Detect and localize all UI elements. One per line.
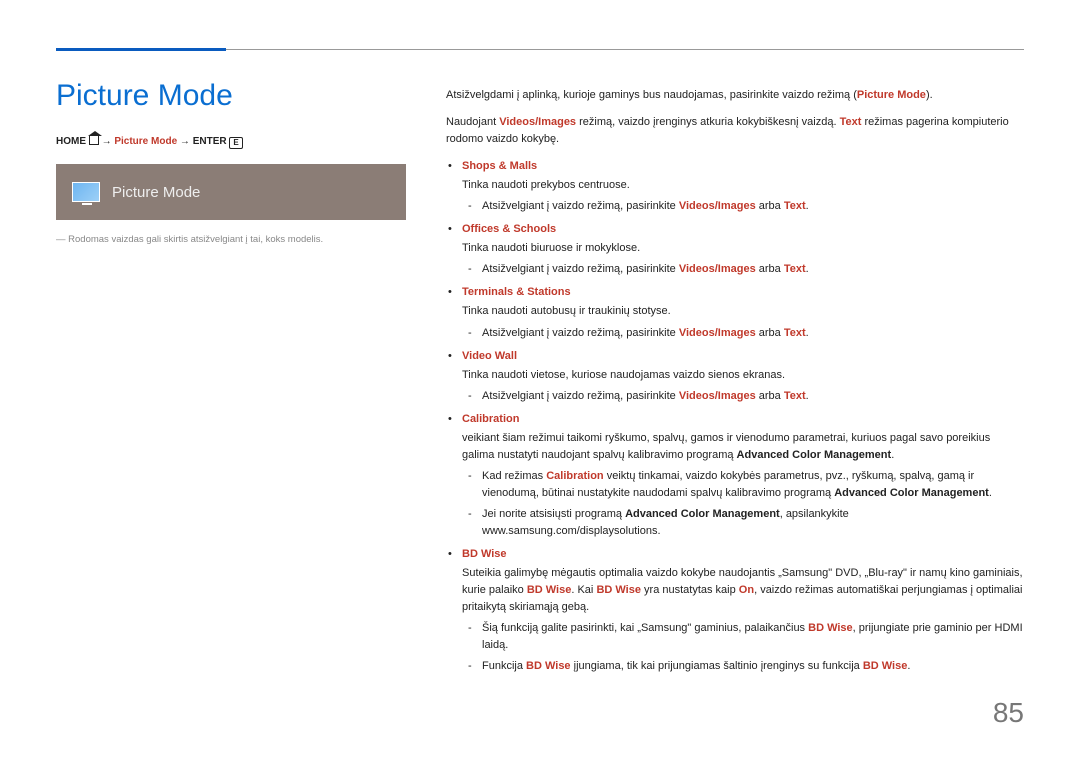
menu-screenshot: Picture Mode [56,164,406,220]
sub-item: Atsižvelgiant į vaizdo režimą, pasirinki… [462,325,1024,342]
item-heading: Terminals & Stations [462,286,571,298]
footnote: Rodomas vaizdas gali skirtis atsižvelgia… [56,234,406,245]
p2a: Naudojant [446,116,499,128]
sub-item: Atsižvelgiant į vaizdo režimą, pasirinki… [462,388,1024,405]
mode-list: Shops & Malls Tinka naudoti prekybos cen… [446,158,1024,675]
item-heading: Shops & Malls [462,160,537,172]
sub-item: Šią funkciją galite pasirinkti, kai „Sam… [462,620,1024,654]
section-title: Picture Mode [56,79,406,113]
intro-para-2: Naudojant Videos/Images režimą, vaizdo į… [446,114,1024,148]
list-item-calibration: Calibration veikiant šiam režimui taikom… [446,411,1024,540]
item-heading: Offices & Schools [462,223,556,235]
right-column: Atsižvelgdami į aplinką, kurioje gaminys… [446,63,1024,681]
item-heading: Calibration [462,413,519,425]
list-item: Terminals & Stations Tinka naudoti autob… [446,284,1024,341]
shot-label: Picture Mode [112,184,200,201]
p1b: Picture Mode [857,89,926,101]
sub-item: Kad režimas Calibration veiktų tinkamai,… [462,468,1024,502]
tv-icon [72,182,100,202]
top-rule [56,48,1024,51]
item-text: Tinka naudoti autobusų ir traukinių stot… [462,303,1024,320]
p1c: ). [926,89,933,101]
sub-item: Jei norite atsisiųsti programą Advanced … [462,506,1024,540]
sub-item: Atsižvelgiant į vaizdo režimą, pasirinki… [462,198,1024,215]
bc-picture-mode: Picture Mode [114,136,177,147]
p2c: režimą, vaizdo įrenginys atkuria kokybiš… [576,116,840,128]
list-item: Shops & Malls Tinka naudoti prekybos cen… [446,158,1024,215]
item-text: veikiant šiam režimui taikomi ryškumo, s… [462,430,1024,464]
home-icon [89,136,99,145]
bc-arrow1: → [102,136,115,147]
item-text: Tinka naudoti vietose, kuriose naudojama… [462,367,1024,384]
bc-arrow2: → [180,136,193,147]
intro-para-1: Atsižvelgdami į aplinką, kurioje gaminys… [446,87,1024,104]
sub-item: Atsižvelgiant į vaizdo režimą, pasirinki… [462,261,1024,278]
item-heading: Video Wall [462,350,517,362]
p1a: Atsižvelgdami į aplinką, kurioje gaminys… [446,89,857,101]
list-item: Video Wall Tinka naudoti vietose, kurios… [446,348,1024,405]
list-item: Offices & Schools Tinka naudoti biuruose… [446,221,1024,278]
item-heading: BD Wise [462,548,507,560]
p2d: Text [840,116,862,128]
item-text: Tinka naudoti biuruose ir mokyklose. [462,240,1024,257]
sub-item: Funkcija BD Wise įjungiama, tik kai prij… [462,658,1024,675]
p2b: Videos/Images [499,116,576,128]
item-text: Suteikia galimybę mėgautis optimalia vai… [462,565,1024,616]
breadcrumb: HOME → Picture Mode → ENTER E [56,135,406,148]
page-number: 85 [993,697,1024,729]
bc-enter: ENTER [193,136,227,147]
item-text: Tinka naudoti prekybos centruose. [462,177,1024,194]
left-column: Picture Mode HOME → Picture Mode → ENTER… [56,63,406,681]
page-content: Picture Mode HOME → Picture Mode → ENTER… [0,0,1080,681]
enter-icon: E [229,137,242,149]
bc-home: HOME [56,136,86,147]
list-item-bdwise: BD Wise Suteikia galimybę mėgautis optim… [446,546,1024,675]
